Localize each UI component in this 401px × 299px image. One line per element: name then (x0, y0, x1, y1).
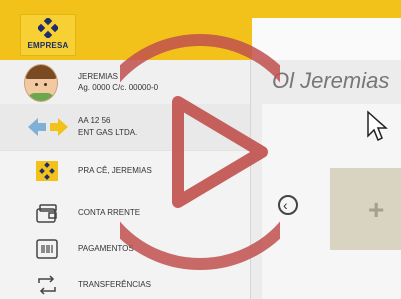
add-shortcut-tile[interactable]: + (330, 168, 401, 250)
wallet-icon (36, 204, 57, 223)
plus-icon: + (368, 194, 385, 225)
logo-text: EMPRESA (27, 41, 69, 50)
company-code: AA 12 56 (78, 116, 111, 125)
chevron-left-icon: ‹ (283, 197, 288, 213)
bank-logo-icon (38, 18, 58, 38)
switch-company-icon (28, 118, 68, 136)
screen: EMPRESA JEREMIAS Ag. 0000 C/c. 00000-0 A… (0, 0, 401, 299)
mouse-cursor-icon (367, 110, 388, 142)
bank-logo-icon (36, 161, 58, 181)
carousel-prev-button[interactable]: ‹ (278, 195, 298, 215)
transfer-arrows-icon (38, 275, 56, 295)
barcode-icon (36, 239, 58, 259)
avatar (24, 64, 58, 102)
nav-label-transfers: TRANSFERÊNCIAS (78, 280, 151, 289)
video-play-icon[interactable] (120, 32, 280, 272)
user-name: JEREMIAS (78, 72, 119, 81)
greeting-title: Ol Jeremias (272, 68, 390, 93)
bank-logo[interactable]: EMPRESA (20, 14, 76, 56)
